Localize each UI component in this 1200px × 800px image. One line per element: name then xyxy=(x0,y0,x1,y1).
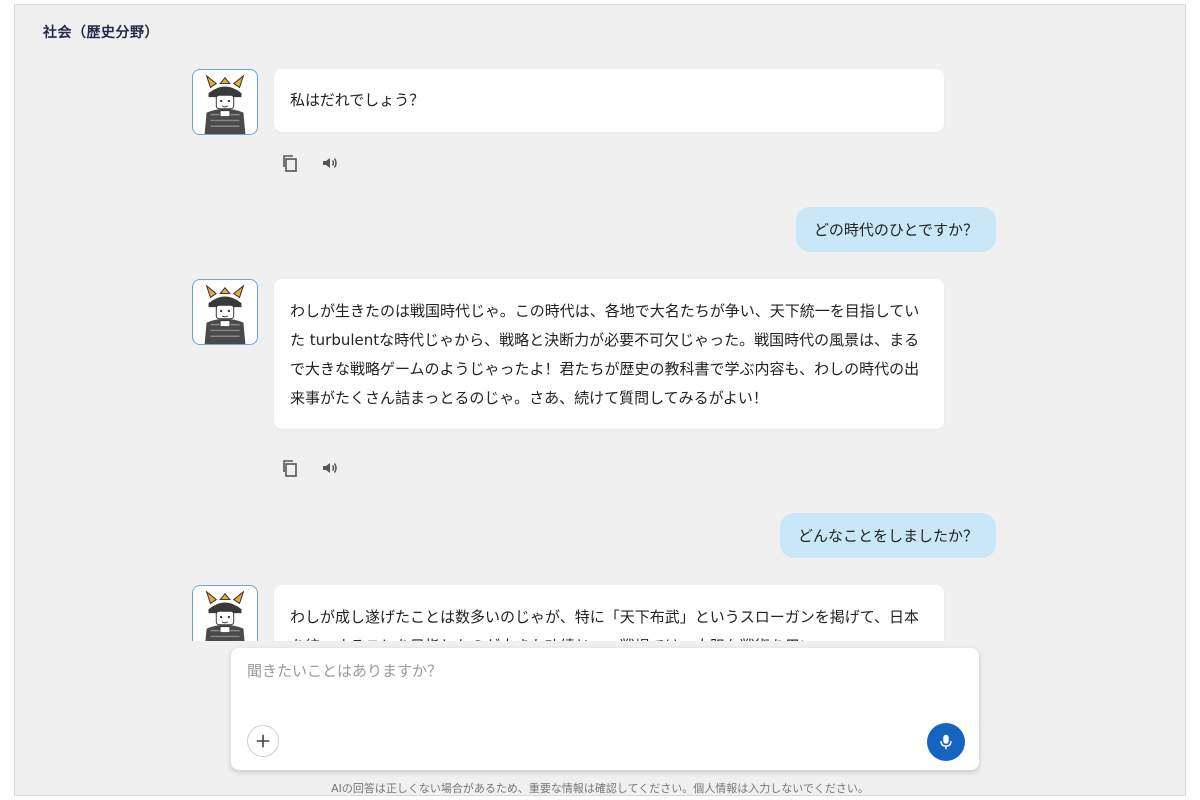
attach-button[interactable] xyxy=(247,725,279,757)
plus-icon xyxy=(256,734,270,748)
ai-message-bubble: わしが成し遂げたことは数多いのじゃが、特に「天下布武」というスローガンを掲げて、… xyxy=(274,585,944,641)
user-message-bubble: どんなことをしましたか？ xyxy=(779,513,996,558)
samurai-avatar-icon xyxy=(204,284,246,344)
speaker-icon[interactable] xyxy=(320,153,340,173)
speaker-icon[interactable] xyxy=(320,458,340,478)
voice-input-button[interactable] xyxy=(927,723,965,761)
copy-icon[interactable] xyxy=(280,458,300,478)
avatar xyxy=(192,69,258,135)
message-actions xyxy=(280,458,340,478)
page-title: 社会（歴史分野） xyxy=(43,25,159,41)
user-message-bubble: どの時代のひとですか？ xyxy=(795,207,996,252)
disclaimer: AIの回答は正しくない場合があるため、重要な情報は確認してください。個人情報は入… xyxy=(331,782,869,795)
app-window: 社会（歴史分野） 私はだれでしょう？ どの時代のひとですか？ わしが生きたのは戦… xyxy=(14,4,1186,796)
chat-history[interactable]: 私はだれでしょう？ どの時代のひとですか？ わしが生きたのは戦国時代じゃ。この時… xyxy=(15,55,1185,641)
message-actions xyxy=(280,153,340,173)
avatar xyxy=(192,585,258,641)
avatar xyxy=(192,279,258,345)
message-composer xyxy=(231,648,979,770)
mic-icon xyxy=(940,734,952,750)
samurai-avatar-icon xyxy=(205,590,245,641)
copy-icon[interactable] xyxy=(280,153,300,173)
ai-message-bubble: 私はだれでしょう？ xyxy=(274,69,944,132)
samurai-avatar-icon xyxy=(204,74,246,134)
message-input[interactable] xyxy=(247,660,947,720)
ai-message-bubble: わしが生きたのは戦国時代じゃ。この時代は、各地で大名たちが争い、天下統一を目指し… xyxy=(274,279,944,429)
